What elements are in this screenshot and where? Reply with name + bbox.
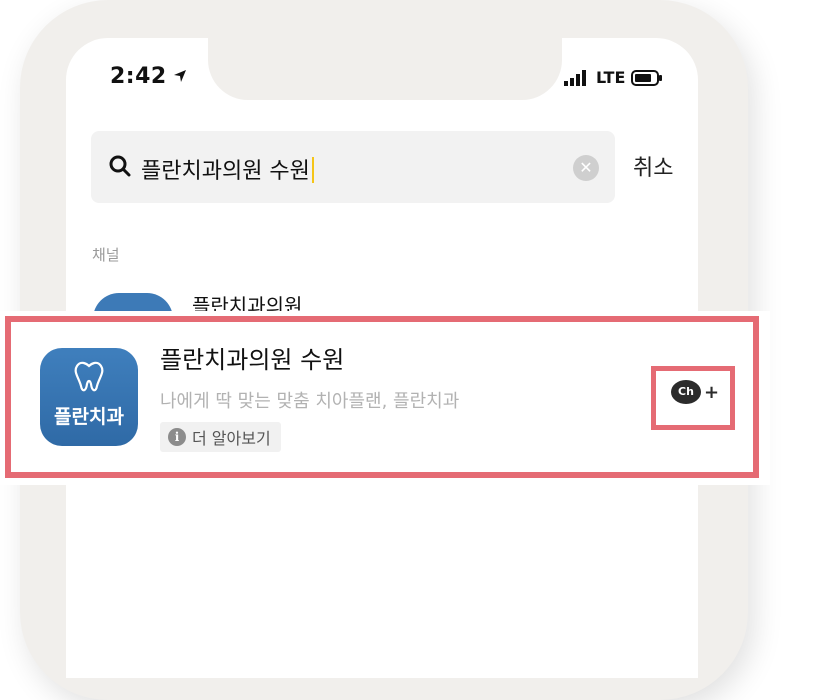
- clear-icon[interactable]: ✕: [573, 155, 599, 181]
- search-icon: [109, 155, 131, 177]
- tooth-icon: [74, 361, 104, 392]
- battery-icon: [631, 69, 663, 86]
- status-indicators: LTE: [564, 68, 663, 87]
- info-icon: i: [168, 428, 186, 446]
- chat-bubble-icon: Ch: [671, 380, 701, 404]
- channel-description: 나에게 딱 맞는 맞춤 치아플랜, 플란치과: [160, 391, 460, 412]
- location-arrow-icon: [174, 70, 186, 82]
- network-type: LTE: [596, 68, 626, 87]
- text-caret: [311, 157, 314, 183]
- learn-more-button[interactable]: i 더 알아보기: [160, 422, 281, 452]
- cancel-button[interactable]: 취소: [633, 150, 673, 182]
- plus-icon: +: [704, 381, 720, 403]
- phone-notch: [208, 38, 562, 100]
- channel-name[interactable]: 플란치과의원 수원: [160, 340, 344, 375]
- section-label-channel: 채널: [92, 246, 120, 264]
- channel-logo[interactable]: 플란치과: [40, 348, 138, 446]
- status-time: 2:42: [110, 64, 167, 89]
- add-channel-button[interactable]: Ch +: [671, 380, 719, 404]
- learn-more-label: 더 알아보기: [192, 429, 271, 448]
- search-query: 플란치과의원 수원: [141, 153, 314, 185]
- signal-icon: [564, 69, 586, 86]
- search-input[interactable]: 플란치과의원 수원 ✕: [91, 131, 615, 203]
- logo-text: 플란치과: [54, 406, 124, 428]
